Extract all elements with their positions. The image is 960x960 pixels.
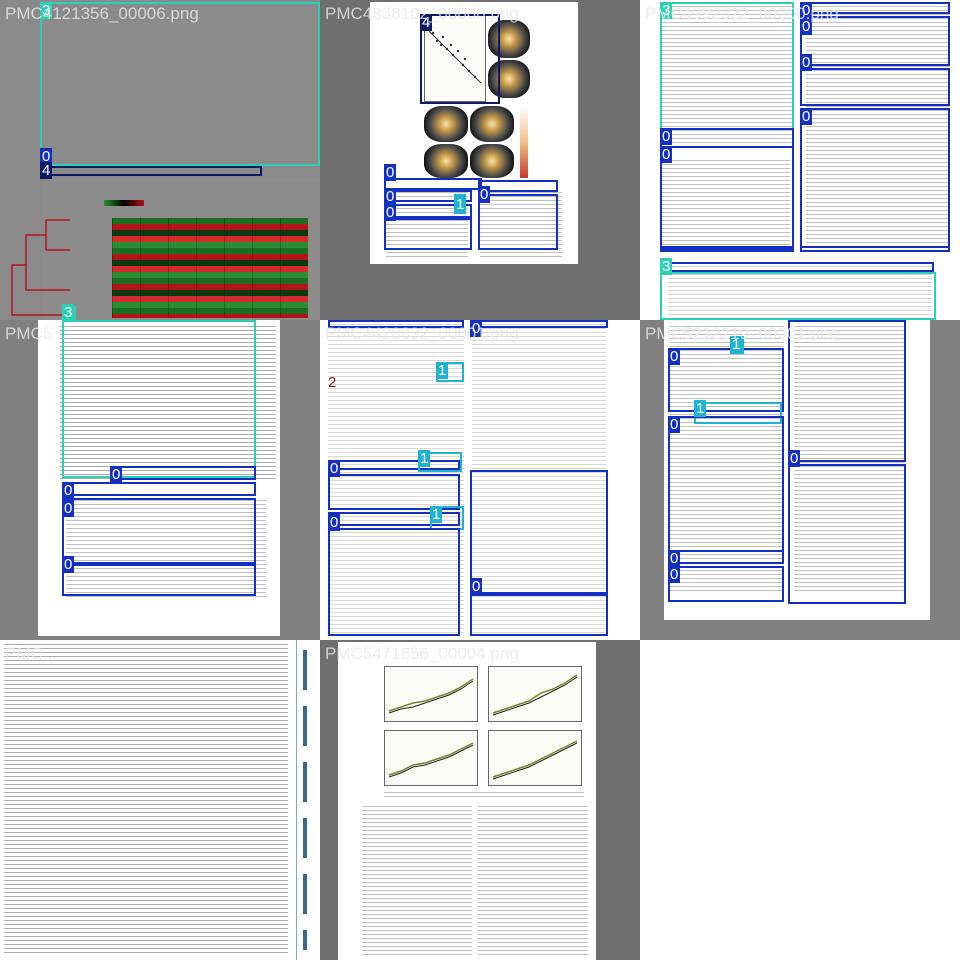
annotation-label: 3 (62, 320, 75, 321)
annotation-box[interactable] (384, 218, 472, 250)
annotation-box[interactable] (384, 178, 482, 190)
annotation-label: 0 (478, 186, 491, 203)
colorbar (520, 106, 528, 178)
tile-3[interactable]: PMC4992322_00000.png 3 0 0 0 0 0 0 3 (640, 0, 960, 320)
annotation-label: 3 (62, 304, 75, 320)
annotation-label: 1 (418, 450, 431, 467)
annotation-label: 0 (384, 164, 397, 181)
annotation-label: 1 (694, 400, 707, 417)
annotation-box[interactable] (328, 474, 460, 510)
annotation-label: 0 (470, 578, 483, 595)
annotation-box[interactable] (668, 416, 784, 564)
annotation-box[interactable] (668, 550, 784, 564)
tile-5[interactable]: PMC4420832_00001.png 0 0 2 1 0 1 0 1 0 (320, 320, 640, 640)
annotation-label: 0 (384, 188, 397, 205)
annotation-box[interactable] (660, 272, 936, 320)
annotation-box[interactable] (668, 566, 784, 602)
annotation-box[interactable] (470, 470, 608, 594)
annotation-box[interactable] (470, 594, 608, 636)
annotation-label: 0 (800, 54, 813, 71)
tile-title: PMC4992322_00000.png (645, 4, 839, 23)
annotation-label: 1 (430, 506, 443, 523)
tile-1[interactable]: PMC4121356_00006.png 3 0 4 3 (0, 0, 320, 320)
tile-8[interactable]: PMC5471856_00004.png (320, 640, 640, 960)
annotation-label: 0 (384, 204, 397, 221)
tile-9-empty (640, 640, 960, 960)
tile-7[interactable]: PMC... (0, 640, 320, 960)
annotation-box[interactable] (800, 68, 950, 106)
heatmap-figure (42, 178, 320, 320)
brain-scan-image (470, 106, 514, 142)
annotation-label: 0 (788, 450, 801, 467)
tile-title: PMC5471856_00004.png (325, 644, 519, 663)
annotation-box[interactable] (660, 246, 794, 252)
annotation-label: 0 (668, 550, 681, 567)
annotation-box[interactable] (788, 464, 906, 604)
annotation-label: 0 (328, 320, 341, 321)
annotation-box[interactable] (328, 528, 460, 636)
annotation-label: 0 (328, 460, 341, 477)
annotation-box[interactable] (660, 146, 794, 250)
tile-2[interactable]: PMC4838102_00000.png 4 0 0 0 0 1 (320, 0, 640, 320)
tile-title: PMC4420832_00001.png (325, 324, 519, 343)
annotation-label: 4 (40, 162, 53, 179)
annotation-label: 1 (436, 362, 449, 379)
annotation-box[interactable] (40, 166, 262, 176)
brain-scan-image (424, 144, 468, 178)
tile-title: PMC5... (5, 324, 67, 343)
plot-grid (384, 666, 584, 786)
annotation-label: 0 (668, 566, 681, 583)
annotation-box[interactable] (660, 128, 794, 148)
annotation-box[interactable] (800, 108, 950, 248)
annotation-label: 0 (62, 500, 75, 517)
tile-title: PMC4838102_00000.png (325, 4, 519, 23)
annotation-label: 0 (110, 466, 123, 483)
annotation-label: 0 (668, 416, 681, 433)
annotation-box[interactable] (800, 246, 950, 252)
annotation-box[interactable] (662, 262, 934, 272)
annotation-box[interactable] (62, 482, 256, 496)
tile-4[interactable]: PMC5... 3 0 0 0 0 (0, 320, 320, 640)
annotation-label: 0 (660, 146, 673, 163)
brain-scan-image (424, 106, 468, 142)
annotation-box[interactable] (62, 320, 256, 478)
annotation-label: 0 (62, 482, 75, 499)
tile-title: PMC5212219_00001.png (645, 324, 839, 343)
annotation-label: 3 (660, 258, 673, 275)
tile-6[interactable]: PMC5212219_00001.png 0 1 1 0 0 0 0 (640, 320, 960, 640)
tile-title: PMC4121356_00006.png (5, 4, 199, 23)
annotation-label: 0 (668, 348, 681, 365)
annotation-label: 0 (660, 128, 673, 145)
journal-sidebar (296, 640, 317, 960)
annotation-box[interactable] (40, 2, 320, 166)
annotation-label: 2 (328, 374, 337, 391)
annotation-label: 0 (328, 514, 341, 531)
tile-title: PMC... (5, 644, 57, 663)
annotation-label: 0 (62, 556, 75, 573)
annotation-box[interactable] (62, 564, 256, 596)
brain-scan-image (470, 144, 514, 178)
annotation-box[interactable] (110, 466, 256, 480)
annotation-label: 1 (454, 196, 467, 213)
annotation-box[interactable] (62, 498, 256, 564)
annotation-label: 0 (800, 108, 813, 125)
